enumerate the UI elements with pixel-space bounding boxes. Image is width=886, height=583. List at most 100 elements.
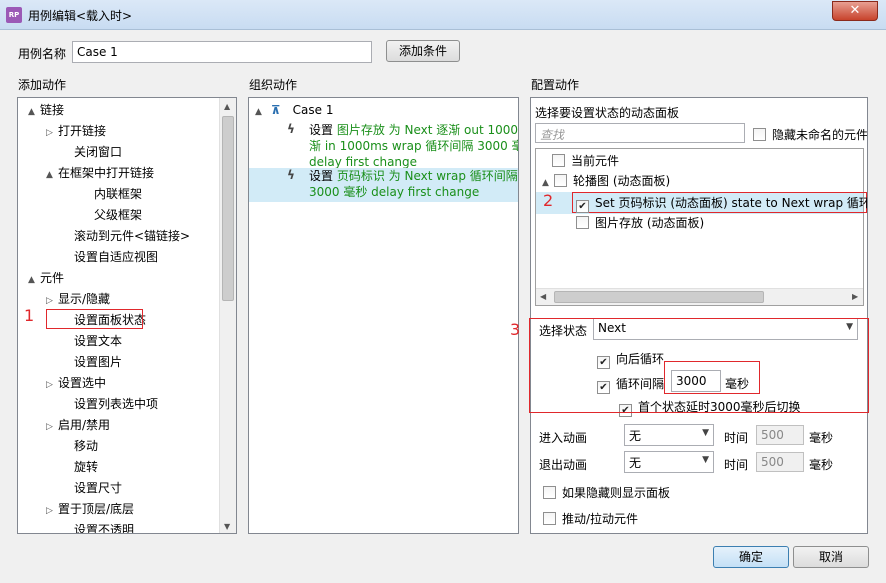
tree-item[interactable]: 父级框架 [82,205,142,225]
action-item-selected[interactable]: ϟ 设置 页码标识 为 Next wrap 循环间隔 3000 毫秒 delay… [249,168,518,202]
tree-item[interactable]: 移动 [62,436,98,456]
tree-item-label: 设置自适应视图 [74,250,159,264]
case-name-input[interactable]: Case 1 [72,41,372,63]
expand-icon[interactable]: ▷ [46,291,58,311]
window-title: 用例编辑<载入时> [28,9,133,23]
checkbox-icon[interactable] [552,154,565,167]
scroll-down-icon[interactable]: ▼ [224,522,230,531]
case-row[interactable]: ▲ ⊼ Case 1 [255,100,333,120]
configure-action-header: 配置动作 [531,78,580,92]
tree-item[interactable]: ▲ 在框架中打开链接 [46,163,154,183]
scroll-thumb[interactable] [554,291,764,303]
tree-item-label: 父级框架 [94,208,143,222]
collapse-icon[interactable]: ▲ [46,165,58,185]
tree-item-label: 显示/隐藏 [58,292,111,306]
tree-item[interactable]: 设置列表选中项 [62,394,158,414]
checkbox-icon[interactable] [543,486,556,499]
tree-item-set-state[interactable]: ✔ Set 页码标识 (动态面板) state to Next wrap 循环间隔… [576,193,867,213]
organize-action-header: 组织动作 [249,78,298,92]
action-text-line: 渐 in 1000ms wrap 循环间隔 3000 毫秒 [309,139,519,153]
push-pull-checkbox[interactable]: 推动/拉动元件 [543,510,638,527]
exit-time-label: 时间 [724,458,749,472]
collapse-icon[interactable]: ▲ [255,102,267,122]
organize-action-panel: ▲ ⊼ Case 1 ϟ 设置 图片存放 为 Next 逐渐 out 1000m… [248,97,519,534]
tree-item[interactable]: ▷ 显示/隐藏 [46,289,110,309]
horizontal-scrollbar[interactable]: ◀ ▶ [536,288,863,305]
tree-item-label: 当前元件 [571,154,620,168]
tree-item[interactable]: 滚动到元件<锚链接> [62,226,190,246]
add-condition-button[interactable]: 添加条件 [386,40,460,62]
close-button[interactable]: ✕ [832,1,878,21]
action-text-line: 图片存放 为 Next 逐渐 out 1000ms 逐 [336,123,519,137]
exit-time-input[interactable]: 500 [756,452,804,472]
enter-anim-label: 进入动画 [539,431,588,445]
expand-icon[interactable]: ▷ [46,501,58,521]
collapse-icon[interactable]: ▲ [542,173,554,193]
show-if-hidden-checkbox[interactable]: 如果隐藏则显示面板 [543,484,670,501]
tree-item[interactable]: ▲ 链接 [28,100,64,120]
tree-item[interactable]: 设置自适应视图 [62,247,158,267]
tree-item-label: 轮播图 (动态面板) [573,174,671,188]
tree-item-current[interactable]: 当前元件 [552,151,619,171]
annotation-3: 3 [510,320,521,339]
tree-item-label: 旋转 [74,460,99,474]
tree-item[interactable]: ▷ 启用/禁用 [46,415,110,435]
action-item[interactable]: ϟ 设置 图片存放 为 Next 逐渐 out 1000ms 逐 渐 in 10… [287,122,519,169]
search-input[interactable]: 查找 [535,123,745,143]
checkbox-icon[interactable] [753,128,766,141]
tree-item[interactable]: ▷ 置于顶层/底层 [46,499,134,519]
ok-button[interactable]: 确定 [713,546,789,568]
tree-item[interactable]: 设置文本 [62,331,122,351]
enter-time-label: 时间 [724,431,749,445]
checkbox-icon[interactable] [554,174,567,187]
hide-unnamed-checkbox[interactable]: 隐藏未命名的元件 [753,126,868,143]
panel-tree-box: 当前元件 ▲ 轮播图 (动态面板) ✔ Set 页码标识 (动态面板) state … [535,148,867,306]
ms-unit: 毫秒 [809,458,834,472]
tree-item[interactable]: ▷ 打开链接 [46,121,106,141]
scroll-right-icon[interactable]: ▶ [852,292,858,301]
tree-item-label: 在框架中打开链接 [58,166,155,180]
expand-icon[interactable]: ▷ [46,123,58,143]
enter-anim-dropdown[interactable]: 无 ▼ [624,424,714,446]
tree-item[interactable]: 旋转 [62,457,98,477]
expand-icon[interactable]: ▷ [46,375,58,395]
tree-item-label: 图片存放 (动态面板) [595,216,705,230]
tree-item-label: 启用/禁用 [58,418,111,432]
hide-unnamed-label: 隐藏未命名的元件 [772,128,868,142]
tree-item[interactable]: 设置尺寸 [62,478,122,498]
tree-item-image-store[interactable]: 图片存放 (动态面板) [576,213,704,233]
annotation-box-3 [529,318,869,413]
checkbox-icon[interactable] [576,216,589,229]
tree-item[interactable]: 关闭窗口 [62,142,122,162]
collapse-icon[interactable]: ▲ [28,102,40,122]
lightning-icon: ϟ [287,122,295,136]
exit-anim-dropdown[interactable]: 无 ▼ [624,451,714,473]
collapse-icon[interactable]: ▲ [28,270,40,290]
tree-item[interactable]: 设置图片 [62,352,122,372]
cancel-button[interactable]: 取消 [793,546,869,568]
tree-item[interactable]: 内联框架 [82,184,142,204]
tree-item-label: 关闭窗口 [74,145,123,159]
enter-time-input[interactable]: 500 [756,425,804,445]
vertical-scrollbar[interactable]: ▲ ▼ [219,98,236,533]
tree-item-label: 打开链接 [58,124,107,138]
case-label: Case 1 [292,103,334,117]
tree-item-label: 元件 [40,271,65,285]
add-action-header: 添加动作 [18,78,67,92]
tree-item[interactable]: 设置不透明 [62,520,135,534]
tree-item-label: Set 页码标识 (动态面板) state to Next wrap 循环间隔 … [595,196,867,210]
checkbox-checked-icon[interactable]: ✔ [576,200,589,213]
scroll-left-icon[interactable]: ◀ [540,292,546,301]
expand-icon[interactable]: ▷ [46,417,58,437]
show-if-hidden-label: 如果隐藏则显示面板 [562,486,671,500]
tree-item-label: 设置不透明 [74,523,135,534]
action-prefix: 设置 [309,123,334,137]
tree-item[interactable]: ▷ 设置选中 [46,373,106,393]
tree-item-label: 设置文本 [74,334,123,348]
tree-item-carousel[interactable]: ▲ 轮播图 (动态面板) [542,171,670,191]
scroll-up-icon[interactable]: ▲ [224,102,230,111]
tree-item[interactable]: ▲ 元件 [28,268,64,288]
checkbox-icon[interactable] [543,512,556,525]
scroll-thumb[interactable] [222,116,234,301]
ms-unit: 毫秒 [809,431,834,445]
